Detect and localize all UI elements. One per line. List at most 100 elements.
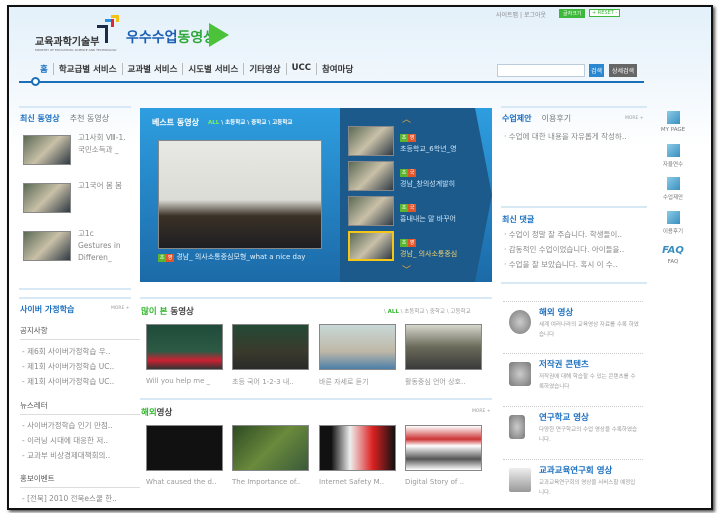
best-list-item[interactable]: 초 국 흉내내는 말 바꾸어 (348, 196, 478, 228)
top-links: 사이트맵 | 로그아웃 (496, 12, 547, 19)
item-text: 교과부 비상경제대책회의.. (27, 451, 111, 460)
subject-badge: 국 (408, 204, 416, 212)
proposal-tabs: 수업제안 이용후기 (502, 113, 571, 124)
video-thumbnail (146, 324, 223, 370)
scroll-down-icon[interactable]: ﹀ (402, 263, 411, 276)
main-video-caption[interactable]: 초영 경남_ 의사소통중심모형_what a nice day (158, 253, 328, 262)
best-list-item[interactable]: 초 영 초등학교_6학년_영 (348, 126, 478, 158)
video-card[interactable]: What caused the d.. (146, 425, 223, 486)
main-nav: 홈 학교급별 서비스 교과별 서비스 시도별 서비스 기타영상 UCC 참여마당 (35, 63, 358, 75)
quick-label: 자율연수 (662, 162, 684, 168)
filter-high[interactable]: 고등학교 (450, 309, 470, 315)
quick-mypage[interactable]: MY PAGE (649, 111, 697, 133)
video-thumbnail (232, 324, 309, 370)
video-title: 고1국어 봄 봄 (78, 181, 123, 190)
list-item[interactable]: - 제6회 사이버가정학습 우.. (22, 344, 114, 359)
sitemap-link[interactable]: 사이트맵 (496, 12, 518, 19)
tab-latest-videos[interactable]: 최신 동영상 (20, 114, 60, 123)
cyber-more-link[interactable]: MORE + (111, 306, 130, 311)
font-size-reset-button[interactable]: + RESET - (589, 9, 621, 17)
video-card[interactable]: Internet Safety M.. (319, 425, 396, 486)
best-list-item[interactable]: 초 영 경남_ 의사소통중심 (348, 231, 478, 263)
search-input[interactable] (497, 64, 585, 77)
quick-self-training[interactable]: 자율연수 (649, 144, 697, 168)
nav-participation[interactable]: 참여마당 (317, 63, 358, 75)
video-title: 경남_창의성계발히 (400, 180, 456, 188)
newsletter-list: - 사이버가정학습 인기 만점.. - 이러닝 시대에 대응한 저.. - 교과… (22, 418, 113, 463)
video-card[interactable]: Digital Story of .. (405, 425, 482, 486)
video-title: 활동중심 언어 상호.. (405, 378, 466, 386)
level-badge: 초 (400, 204, 408, 212)
quick-proposal[interactable]: 수업제안 (649, 177, 697, 201)
item-text: 감동적인 수업이었습니다. 아이들을.. (508, 245, 625, 254)
notice-title[interactable]: 공지사항 (20, 325, 140, 340)
subject-badge: 영 (408, 239, 416, 247)
video-card[interactable]: Will you help me _ (146, 324, 223, 385)
quick-review[interactable]: 이용후기 (649, 211, 697, 235)
service-subject-society[interactable]: 교과교육연구회 영상교과교육연구회의 영상을 서비스할 예정입니다. (503, 459, 643, 508)
service-overseas[interactable]: 해외 영상 세계 여러나라의 교육영상 자료를 수록 하였습니다 (503, 301, 643, 351)
video-thumbnail (232, 425, 309, 471)
service-title: 교과교육연구회 영상 (539, 466, 613, 476)
list-item[interactable]: · 수업에 대한 내용을 자유롭게 작성하.. (504, 129, 627, 144)
video-title: 바른 자세로 듣기 (319, 378, 369, 386)
nav-etc-videos[interactable]: 기타영상 (244, 63, 287, 75)
list-item[interactable]: - 제1회 사이버가정학습 UC.. (22, 359, 114, 374)
item-text: [전북] 2010 전북e스쿨 한.. (27, 494, 117, 503)
list-item[interactable]: - 제1회 사이버가정학습 UC.. (22, 374, 114, 389)
video-card[interactable]: 초등 국어 1-2-3 내.. (232, 324, 309, 387)
tab-proposal[interactable]: 수업제안 (502, 114, 531, 123)
nav-subject[interactable]: 교과별 서비스 (123, 63, 184, 75)
video-title: Will you help me _ (146, 377, 211, 385)
list-item[interactable]: - 사이버가정학습 인기 만점.. (22, 418, 113, 433)
filter-elementary[interactable]: 초등학교 (404, 309, 424, 315)
service-research-school[interactable]: 연구학교 영상 다양한 연구학교의 수업 영상을 수록하였습니다. (503, 406, 643, 456)
filter-elementary[interactable]: 초등학교 (225, 120, 245, 126)
service-desc: 교과교육연구회의 영상을 서비스할 예정입니다. (539, 480, 636, 496)
detail-search-button[interactable]: 상세검색 (609, 64, 638, 77)
video-title: 경남_ 의사소통중심 (400, 250, 458, 258)
video-card[interactable]: The Importance of.. (232, 425, 309, 486)
filter-high[interactable]: 고등학교 (272, 120, 292, 126)
logout-link[interactable]: 로그아웃 (524, 12, 546, 19)
best-list-item[interactable]: 초 국 경남_창의성계발히 (348, 161, 478, 193)
nav-region[interactable]: 시도별 서비스 (183, 63, 245, 75)
filter-middle[interactable]: 중학교 (251, 120, 266, 126)
video-title: 초등학교_6학년_영 (400, 145, 457, 153)
nav-ucc[interactable]: UCC (287, 63, 317, 75)
subject-badge: 영 (166, 254, 174, 262)
quick-faq[interactable]: FAQ FAQ (649, 245, 697, 265)
service-copyright[interactable]: 저작권 콘텐츠 저작권에 대해 학습할 수 있는 콘텐츠를 수록하였습니다 (503, 353, 643, 403)
list-item[interactable]: - [전북] 2010 전북e스쿨 한.. (22, 491, 117, 506)
proposal-more-link[interactable]: MORE + (625, 116, 644, 121)
scroll-up-icon[interactable]: ︿ (402, 112, 411, 125)
latest-tabs: 최신 동영상 추천 동영상 (20, 113, 109, 124)
overseas-more-link[interactable]: MORE + (472, 409, 491, 414)
filter-all[interactable]: ALL (208, 120, 219, 126)
filter-all[interactable]: ALL (388, 309, 399, 315)
tab-recommended-videos[interactable]: 추천 동영상 (70, 114, 109, 123)
filter-middle[interactable]: 중학교 (430, 309, 445, 315)
list-item[interactable]: · 수업이 정말 잘 주습니다. 학생들이.. (504, 227, 624, 242)
list-item[interactable]: · 수업을 잘 보았습니다. 혹시 이 수.. (504, 257, 624, 272)
globe-icon (509, 310, 531, 334)
main-video-player[interactable] (158, 140, 322, 249)
item-text: 수업이 정말 잘 주습니다. 학생들이.. (508, 230, 623, 239)
video-thumbnail (405, 425, 482, 471)
play-icon (209, 23, 229, 47)
service-desc: 세계 여러나라의 교육영상 자료를 수록 하였습니다 (539, 322, 639, 338)
list-item[interactable]: · 감동적인 수업이었습니다. 아이들을.. (504, 242, 624, 257)
list-item[interactable]: - 이러닝 시대에 대응한 저.. (22, 433, 113, 448)
popular-filters: \ ALL \ 초등학교 \ 중학교 \ 고등학교 (384, 309, 471, 315)
event-title[interactable]: 홍보이벤트 (20, 473, 140, 488)
nav-school-level[interactable]: 학교급별 서비스 (54, 63, 123, 75)
list-item[interactable]: - 교과부 비상경제대책회의.. (22, 448, 113, 463)
site-title[interactable]: 우수수업동영상 (126, 27, 216, 47)
video-card[interactable]: 활동중심 언어 상호.. (405, 324, 482, 387)
faq-icon: FAQ (662, 245, 684, 256)
search-button[interactable]: 검색 (589, 64, 605, 77)
newsletter-title[interactable]: 뉴스레터 (20, 400, 140, 415)
nav-home[interactable]: 홈 (35, 63, 54, 75)
video-card[interactable]: 바른 자세로 듣기 (319, 324, 396, 387)
tab-review[interactable]: 이용후기 (542, 114, 571, 123)
